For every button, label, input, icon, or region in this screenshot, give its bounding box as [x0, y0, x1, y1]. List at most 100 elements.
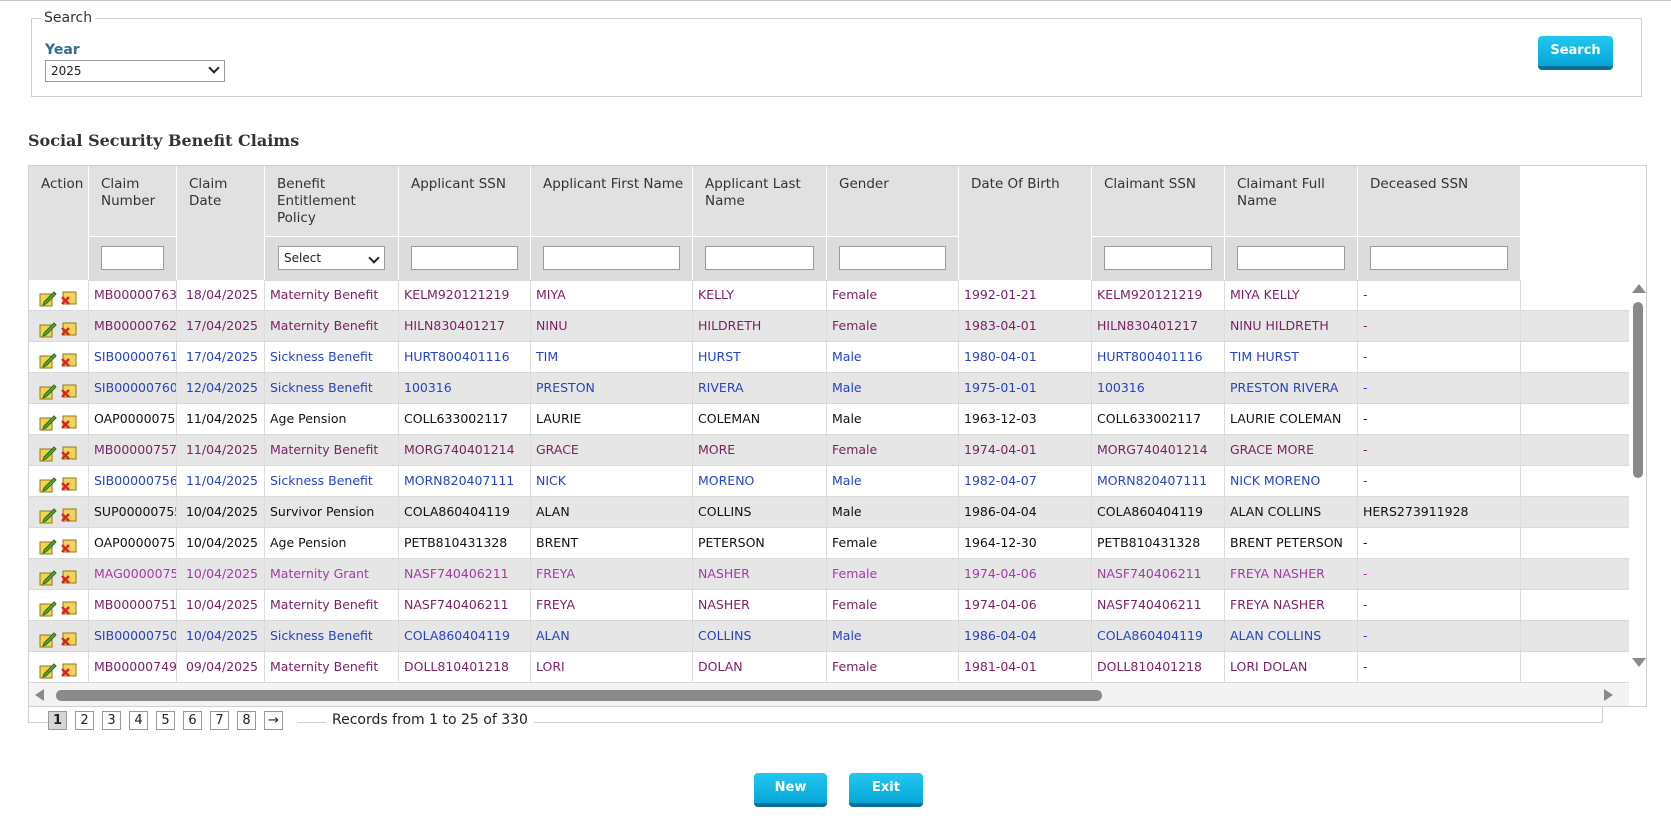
horizontal-scroll-thumb[interactable]	[56, 690, 1102, 701]
delete-icon[interactable]	[60, 660, 78, 677]
table-row[interactable]: MB00000762 17/04/2025 Maternity Benefit HIL…	[29, 311, 1629, 342]
page-button-6[interactable]: 6	[183, 711, 202, 730]
table-row[interactable]: SUP00000755 10/04/2025 Survivor Pension COL…	[29, 497, 1629, 528]
column-header-app-ssn[interactable]: Applicant SSN	[399, 166, 531, 281]
column-header-dob[interactable]: Date Of Birth	[959, 166, 1092, 280]
next-page-button[interactable]: →	[264, 711, 283, 730]
delete-icon[interactable]	[60, 443, 78, 460]
edit-icon[interactable]	[39, 567, 57, 585]
scroll-down-icon[interactable]	[1632, 658, 1646, 667]
column-header-claim[interactable]: Claim Number	[89, 166, 177, 281]
table-row[interactable]: OAP00000759 11/04/2025 Age Pension COLL6330…	[29, 404, 1629, 435]
cell-full: NICK MORENO	[1225, 466, 1358, 496]
filter-input-claim-ssn[interactable]	[1104, 246, 1212, 270]
scroll-left-icon[interactable]	[35, 689, 44, 701]
column-header-action[interactable]: Action	[29, 166, 89, 280]
cell-gender: Female	[827, 590, 959, 620]
edit-icon[interactable]	[39, 412, 57, 430]
cell-gender: Male	[827, 404, 959, 434]
table-row[interactable]: MB00000757 11/04/2025 Maternity Benefit MOR…	[29, 435, 1629, 466]
delete-icon[interactable]	[60, 629, 78, 646]
filter-input-deceased[interactable]	[1370, 246, 1508, 270]
table-row[interactable]: MAG0000075210/04/2025Maternity GrantNASF…	[29, 559, 1629, 590]
cell-last: NASHER	[693, 590, 827, 620]
filter-input-last[interactable]	[705, 246, 814, 270]
horizontal-scrollbar[interactable]	[29, 683, 1629, 706]
cell-first: TIM	[531, 342, 693, 372]
column-header-label: Date Of Birth	[971, 176, 1060, 192]
edit-icon[interactable]	[39, 629, 57, 647]
cell-full: FREYA NASHER	[1225, 590, 1358, 620]
page-button-3[interactable]: 3	[102, 711, 121, 730]
page-button-2[interactable]: 2	[75, 711, 94, 730]
filter-input-app-ssn[interactable]	[411, 246, 518, 270]
edit-icon[interactable]	[39, 288, 57, 306]
cell-policy: Maternity Benefit	[265, 280, 399, 310]
table-row[interactable]: MB00000751 10/04/2025 Maternity Benefit NAS…	[29, 590, 1629, 621]
table-row[interactable]: MB00000763 18/04/2025 Maternity Benefit KEL…	[29, 280, 1629, 311]
scroll-up-icon[interactable]	[1632, 284, 1646, 293]
column-header-claim-ssn[interactable]: Claimant SSN	[1092, 166, 1225, 281]
filter-input-claim[interactable]	[101, 246, 164, 270]
edit-icon[interactable]	[39, 319, 57, 337]
cell-claim-ssn: HILN830401217	[1092, 311, 1225, 341]
table-row[interactable]: SIB00000761 17/04/2025 Sickness Benefit HUR…	[29, 342, 1629, 373]
column-header-full[interactable]: Claimant Full Name	[1225, 166, 1358, 281]
year-select[interactable]: 2025	[45, 60, 225, 82]
filter-input-first[interactable]	[543, 246, 680, 270]
cell-date: 11/04/2025	[177, 435, 265, 465]
exit-button[interactable]: Exit	[849, 773, 923, 807]
filter-input-gender[interactable]	[839, 246, 946, 270]
cell-last: COLEMAN	[693, 404, 827, 434]
delete-icon[interactable]	[60, 381, 78, 398]
cell-gender: Male	[827, 373, 959, 403]
delete-icon[interactable]	[60, 350, 78, 367]
edit-icon[interactable]	[39, 381, 57, 399]
year-label: Year	[45, 42, 80, 58]
vertical-scrollbar[interactable]	[1630, 280, 1646, 667]
delete-icon[interactable]	[60, 567, 78, 584]
delete-icon[interactable]	[60, 505, 78, 522]
column-header-date[interactable]: Claim Date	[177, 166, 265, 280]
policy-filter-select[interactable]: Select	[278, 246, 385, 270]
page-button-5[interactable]: 5	[156, 711, 175, 730]
cell-last: RIVERA	[693, 373, 827, 403]
delete-icon[interactable]	[60, 412, 78, 429]
column-header-last[interactable]: Applicant Last Name	[693, 166, 827, 281]
table-row[interactable]: SIB00000756 11/04/2025 Sickness Benefit MOR…	[29, 466, 1629, 497]
delete-icon[interactable]	[60, 536, 78, 553]
delete-icon[interactable]	[60, 319, 78, 336]
edit-icon[interactable]	[39, 505, 57, 523]
cell-dob: 1974-04-01	[959, 435, 1092, 465]
delete-icon[interactable]	[60, 288, 78, 305]
column-header-label: Claimant Full Name	[1237, 176, 1325, 209]
scroll-right-icon[interactable]	[1604, 689, 1613, 701]
column-header-gender[interactable]: Gender	[827, 166, 959, 281]
edit-icon[interactable]	[39, 350, 57, 368]
column-header-deceased[interactable]: Deceased SSN	[1358, 166, 1521, 281]
delete-icon[interactable]	[60, 598, 78, 615]
edit-icon[interactable]	[39, 536, 57, 554]
table-row[interactable]: MB00000749 09/04/2025 Maternity Benefit DOL…	[29, 652, 1629, 683]
cell-full: TIM HURST	[1225, 342, 1358, 372]
new-button[interactable]: New	[754, 773, 827, 807]
edit-icon[interactable]	[39, 660, 57, 678]
column-header-policy[interactable]: Benefit Entitlement Policy Select	[265, 166, 399, 281]
vertical-scroll-thumb[interactable]	[1633, 302, 1643, 478]
filter-input-full[interactable]	[1237, 246, 1345, 270]
table-row[interactable]: SIB00000760 12/04/2025 Sickness Benefit 100…	[29, 373, 1629, 404]
edit-icon[interactable]	[39, 474, 57, 492]
search-button[interactable]: Search	[1538, 36, 1613, 70]
page-button-1[interactable]: 1	[48, 711, 67, 730]
page-button-7[interactable]: 7	[210, 711, 229, 730]
edit-icon[interactable]	[39, 443, 57, 461]
table-row[interactable]: OAP00000754 10/04/2025 Age Pension PETB8104…	[29, 528, 1629, 559]
page-button-4[interactable]: 4	[129, 711, 148, 730]
edit-icon[interactable]	[39, 598, 57, 616]
delete-icon[interactable]	[60, 474, 78, 491]
table-row[interactable]: SIB00000750 10/04/2025 Sickness Benefit COL…	[29, 621, 1629, 652]
column-header-first[interactable]: Applicant First Name	[531, 166, 693, 281]
page-button-8[interactable]: 8	[237, 711, 256, 730]
cell-last: DOLAN	[693, 652, 827, 682]
cell-claim-ssn: 100316	[1092, 373, 1225, 403]
